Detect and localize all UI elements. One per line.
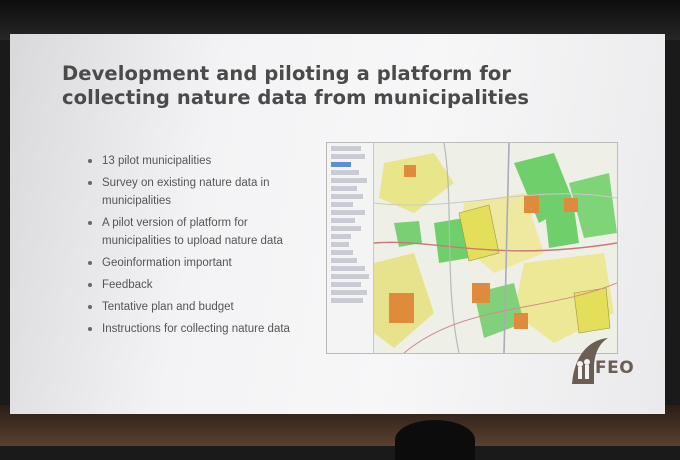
bullet-item: Feedback xyxy=(86,276,306,294)
gis-map xyxy=(374,143,617,353)
bullet-item: Geoinformation important xyxy=(86,254,306,272)
bullet-item: Survey on existing nature data in munici… xyxy=(86,174,306,210)
projection-screen: Development and piloting a platform for … xyxy=(10,34,665,414)
feo-logo-text: FEO xyxy=(595,358,635,378)
bullet-item: 13 pilot municipalities xyxy=(86,152,306,170)
bullet-list: 13 pilot municipalities Survey on existi… xyxy=(86,152,306,342)
slide-title: Development and piloting a platform for … xyxy=(62,62,602,110)
slide-title-line-1: Development and piloting a platform for xyxy=(62,62,512,85)
audience-head-silhouette xyxy=(395,420,475,460)
bullet-item: A pilot version of platform for municipa… xyxy=(86,214,306,250)
gis-screenshot xyxy=(326,142,618,354)
slide-title-line-2: collecting nature data from municipaliti… xyxy=(62,86,530,109)
gis-layer-panel xyxy=(327,143,374,353)
bullet-item: Tentative plan and budget xyxy=(86,298,306,316)
bullet-item: Instructions for collecting nature data xyxy=(86,320,306,338)
